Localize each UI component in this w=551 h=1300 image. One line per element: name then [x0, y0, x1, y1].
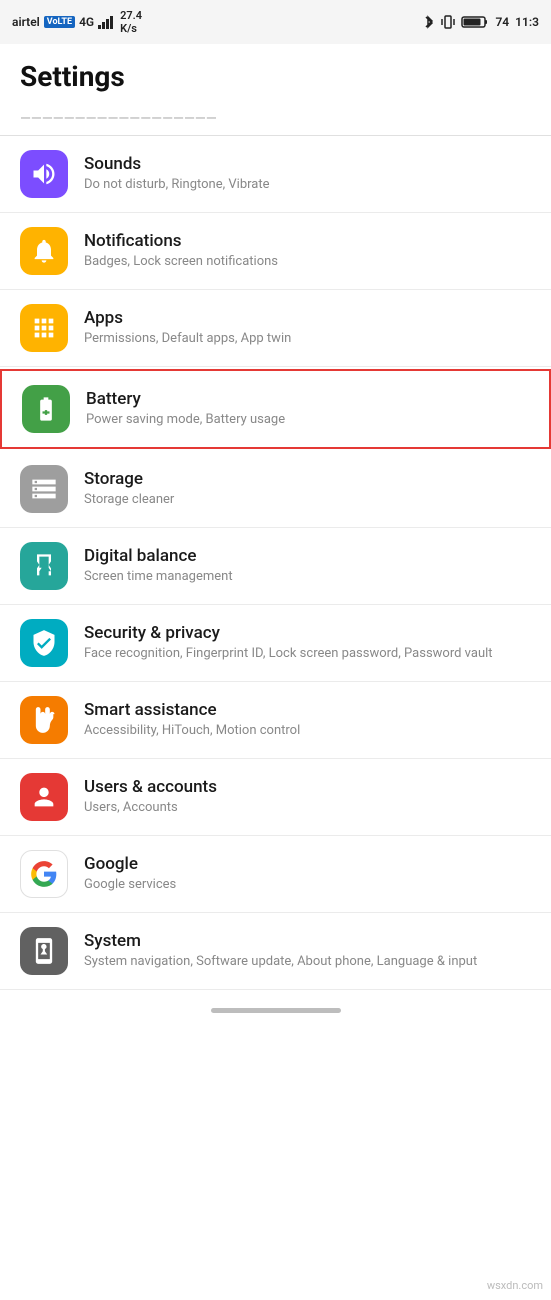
- phone-info-icon: [30, 937, 58, 965]
- google-text: Google Google services: [84, 854, 531, 894]
- storage-title: Storage: [84, 469, 531, 489]
- notifications-text: Notifications Badges, Lock screen notifi…: [84, 231, 531, 271]
- smart-assistance-title: Smart assistance: [84, 700, 531, 720]
- system-subtitle: System navigation, Software update, Abou…: [84, 953, 531, 971]
- settings-item-google[interactable]: Google Google services: [0, 836, 551, 913]
- settings-item-sounds[interactable]: Sounds Do not disturb, Ringtone, Vibrate: [0, 136, 551, 213]
- system-icon-wrapper: [20, 927, 68, 975]
- watermark: wsxdn.com: [487, 1279, 543, 1292]
- storage-text: Storage Storage cleaner: [84, 469, 531, 509]
- settings-item-system[interactable]: System System navigation, Software updat…: [0, 913, 551, 990]
- bell-icon: [30, 237, 58, 265]
- notifications-subtitle: Badges, Lock screen notifications: [84, 253, 531, 271]
- vibrate-icon: [441, 14, 455, 30]
- signal-icon: [98, 15, 116, 29]
- settings-item-storage[interactable]: Storage Storage cleaner: [0, 451, 551, 528]
- smart-assistance-subtitle: Accessibility, HiTouch, Motion control: [84, 722, 531, 740]
- shield-icon: [30, 629, 58, 657]
- hand-icon: [30, 706, 58, 734]
- home-indicator: [0, 990, 551, 1025]
- storage-icon-wrapper: [20, 465, 68, 513]
- users-title: Users & accounts: [84, 777, 531, 797]
- storage-icon: [30, 475, 58, 503]
- sounds-text: Sounds Do not disturb, Ringtone, Vibrate: [84, 154, 531, 194]
- battery-icon: [32, 395, 60, 423]
- settings-item-battery[interactable]: Battery Power saving mode, Battery usage: [0, 369, 551, 449]
- users-icon-wrapper: [20, 773, 68, 821]
- apps-icon-wrapper: [20, 304, 68, 352]
- top-truncated-item: ——————————————————: [0, 103, 551, 136]
- smart-assistance-icon-wrapper: [20, 696, 68, 744]
- bluetooth-icon: [423, 14, 435, 30]
- sounds-subtitle: Do not disturb, Ringtone, Vibrate: [84, 176, 531, 194]
- google-subtitle: Google services: [84, 876, 531, 894]
- hourglass-icon: [30, 552, 58, 580]
- status-right: 74 11:3: [423, 14, 539, 30]
- apps-subtitle: Permissions, Default apps, App twin: [84, 330, 531, 348]
- security-title: Security & privacy: [84, 623, 531, 643]
- users-text: Users & accounts Users, Accounts: [84, 777, 531, 817]
- settings-item-smart-assistance[interactable]: Smart assistance Accessibility, HiTouch,…: [0, 682, 551, 759]
- settings-item-notifications[interactable]: Notifications Badges, Lock screen notifi…: [0, 213, 551, 290]
- settings-item-digital-balance[interactable]: Digital balance Screen time management: [0, 528, 551, 605]
- system-title: System: [84, 931, 531, 951]
- sounds-icon-wrapper: [20, 150, 68, 198]
- digital-balance-title: Digital balance: [84, 546, 531, 566]
- battery-title: Battery: [86, 389, 529, 409]
- google-title: Google: [84, 854, 531, 874]
- battery-status-icon: [461, 15, 489, 29]
- battery-subtitle: Power saving mode, Battery usage: [86, 411, 529, 429]
- google-icon-wrapper: [20, 850, 68, 898]
- settings-item-security[interactable]: Security & privacy Face recognition, Fin…: [0, 605, 551, 682]
- volume-icon: [30, 160, 58, 188]
- apps-icon: [30, 314, 58, 342]
- sounds-title: Sounds: [84, 154, 531, 174]
- settings-item-apps[interactable]: Apps Permissions, Default apps, App twin: [0, 290, 551, 367]
- data-speed: 27.4 K/s: [120, 9, 142, 35]
- battery-percent: 74: [495, 15, 509, 29]
- carrier-label: airtel: [12, 15, 40, 29]
- smart-assistance-text: Smart assistance Accessibility, HiTouch,…: [84, 700, 531, 740]
- apps-text: Apps Permissions, Default apps, App twin: [84, 308, 531, 348]
- apps-title: Apps: [84, 308, 531, 328]
- digital-balance-text: Digital balance Screen time management: [84, 546, 531, 586]
- security-subtitle: Face recognition, Fingerprint ID, Lock s…: [84, 645, 531, 663]
- home-bar[interactable]: [211, 1008, 341, 1013]
- digital-balance-icon-wrapper: [20, 542, 68, 590]
- users-subtitle: Users, Accounts: [84, 799, 531, 817]
- notifications-icon-wrapper: [20, 227, 68, 275]
- time-label: 11:3: [515, 15, 539, 29]
- google-logo-icon: [30, 860, 58, 888]
- storage-subtitle: Storage cleaner: [84, 491, 531, 509]
- network-4g: 4G: [79, 15, 94, 29]
- status-bar: airtel VoLTE 4G 27.4 K/s 74 11:3: [0, 0, 551, 44]
- settings-list: Sounds Do not disturb, Ringtone, Vibrate…: [0, 136, 551, 990]
- status-left: airtel VoLTE 4G 27.4 K/s: [12, 9, 142, 35]
- battery-text: Battery Power saving mode, Battery usage: [86, 389, 529, 429]
- digital-balance-subtitle: Screen time management: [84, 568, 531, 586]
- settings-item-users[interactable]: Users & accounts Users, Accounts: [0, 759, 551, 836]
- person-icon: [30, 783, 58, 811]
- system-text: System System navigation, Software updat…: [84, 931, 531, 971]
- security-icon-wrapper: [20, 619, 68, 667]
- security-text: Security & privacy Face recognition, Fin…: [84, 623, 531, 663]
- battery-icon-wrapper: [22, 385, 70, 433]
- volte-badge: VoLTE: [44, 16, 75, 28]
- page-title: Settings: [0, 44, 551, 103]
- notifications-title: Notifications: [84, 231, 531, 251]
